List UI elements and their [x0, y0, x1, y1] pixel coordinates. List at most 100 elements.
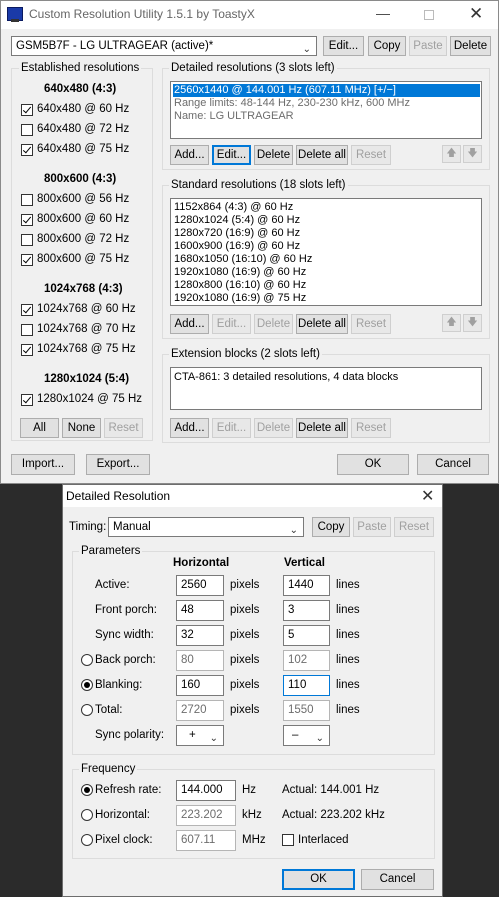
list-item[interactable]: 1280x800 (16:10) @ 60 Hz: [174, 279, 306, 292]
label-800-75: 800x600 @ 75 Hz: [37, 253, 130, 265]
back-porch-h-input[interactable]: 80: [176, 650, 224, 671]
edit-extension-button[interactable]: Edit...: [212, 418, 251, 438]
add-extension-button[interactable]: Add...: [170, 418, 209, 438]
label-1024-60: 1024x768 @ 60 Hz: [37, 303, 136, 315]
copy-button[interactable]: Copy: [368, 36, 406, 56]
front-porch-v-input[interactable]: 3: [283, 600, 330, 621]
list-item[interactable]: 1600x900 (16:9) @ 60 Hz: [174, 240, 300, 253]
blanking-radio[interactable]: [81, 679, 93, 691]
horizontal-column-header: Horizontal: [173, 557, 230, 569]
dialog-ok-button[interactable]: OK: [282, 869, 355, 890]
horizontal-freq-input[interactable]: 223.202: [176, 805, 236, 826]
close-icon[interactable]: ✕: [469, 4, 483, 24]
sync-width-v-input[interactable]: 5: [283, 625, 330, 646]
refresh-rate-radio[interactable]: [81, 784, 93, 796]
add-standard-button[interactable]: Add...: [170, 314, 209, 334]
import-button[interactable]: Import...: [11, 454, 75, 475]
timing-reset-button[interactable]: Reset: [394, 517, 434, 537]
checkbox-800-60[interactable]: [21, 214, 33, 226]
extension-list[interactable]: CTA-861: 3 detailed resolutions, 4 data …: [170, 367, 482, 410]
timing-select[interactable]: Manual ⌄: [108, 517, 304, 537]
blanking-v-input[interactable]: 110: [283, 675, 330, 696]
delete-all-extension-button[interactable]: Delete all: [296, 418, 348, 438]
timing-copy-button[interactable]: Copy: [312, 517, 350, 537]
checkbox-640-60[interactable]: [21, 104, 33, 116]
reset-extension-button[interactable]: Reset: [351, 418, 391, 438]
checkbox-800-56[interactable]: [21, 194, 33, 206]
pixel-clock-input[interactable]: 607.11: [176, 830, 236, 851]
back-porch-radio[interactable]: [81, 654, 93, 666]
delete-all-detailed-button[interactable]: Delete all: [296, 145, 348, 165]
horizontal-freq-radio[interactable]: [81, 809, 93, 821]
edit-standard-button[interactable]: Edit...: [212, 314, 251, 334]
active-h-input[interactable]: 2560: [176, 575, 224, 596]
checkbox-1280-75[interactable]: [21, 394, 33, 406]
ok-button[interactable]: OK: [337, 454, 409, 475]
timing-paste-button[interactable]: Paste: [353, 517, 391, 537]
move-down-icon[interactable]: 🡇: [463, 145, 482, 163]
label-800-60: 800x600 @ 60 Hz: [37, 213, 130, 225]
delete-standard-button[interactable]: Delete: [254, 314, 293, 334]
move-down-icon[interactable]: 🡇: [463, 314, 482, 332]
delete-extension-button[interactable]: Delete: [254, 418, 293, 438]
all-button[interactable]: All: [20, 418, 59, 438]
cancel-button[interactable]: Cancel: [417, 454, 489, 475]
sync-width-h-input[interactable]: 32: [176, 625, 224, 646]
delete-monitor-button[interactable]: Delete: [450, 36, 491, 56]
total-radio[interactable]: [81, 704, 93, 716]
list-item-selected[interactable]: 2560x1440 @ 144.001 Hz (607.11 MHz) [+/−…: [173, 84, 480, 97]
delete-all-standard-button[interactable]: Delete all: [296, 314, 348, 334]
checkbox-640-72[interactable]: [21, 124, 33, 136]
export-button[interactable]: Export...: [86, 454, 150, 475]
total-h-input[interactable]: 2720: [176, 700, 224, 721]
add-detailed-button[interactable]: Add...: [170, 145, 209, 165]
reset-standard-button[interactable]: Reset: [351, 314, 391, 334]
list-item[interactable]: CTA-861: 3 detailed resolutions, 4 data …: [174, 371, 398, 384]
total-v-input[interactable]: 1550: [283, 700, 330, 721]
checkbox-1024-70[interactable]: [21, 324, 33, 336]
checkbox-640-75[interactable]: [21, 144, 33, 156]
paste-button[interactable]: Paste: [409, 36, 447, 56]
checkbox-800-72[interactable]: [21, 234, 33, 246]
frequency-title: Frequency: [79, 763, 138, 775]
blanking-h-input[interactable]: 160: [176, 675, 224, 696]
sync-h-select[interactable]: + ⌄: [176, 725, 224, 746]
interlaced-checkbox[interactable]: [282, 834, 294, 846]
refresh-actual: Actual: 144.001 Hz: [282, 784, 380, 796]
sync-v-select[interactable]: – ⌄: [283, 725, 330, 746]
move-up-icon[interactable]: 🡅: [442, 314, 461, 332]
dialog-cancel-button[interactable]: Cancel: [361, 869, 434, 890]
minimize-icon[interactable]: —: [376, 5, 390, 21]
none-button[interactable]: None: [62, 418, 101, 438]
list-item[interactable]: 1920x1080 (16:9) @ 60 Hz: [174, 266, 306, 279]
standard-list[interactable]: 1152x864 (4:3) @ 60 Hz 1280x1024 (5:4) @…: [170, 198, 482, 306]
pixel-clock-label: Pixel clock:: [95, 834, 153, 846]
checkbox-1024-60[interactable]: [21, 304, 33, 316]
detailed-list[interactable]: 2560x1440 @ 144.001 Hz (607.11 MHz) [+/−…: [170, 81, 482, 139]
checkbox-1024-75[interactable]: [21, 344, 33, 356]
reset-established-button[interactable]: Reset: [104, 418, 143, 438]
edit-detailed-button[interactable]: Edit...: [212, 145, 251, 165]
monitor-select[interactable]: GSM5B7F - LG ULTRAGEAR (active)* ⌄: [11, 36, 317, 56]
list-item[interactable]: 1920x1080 (16:9) @ 75 Hz: [174, 292, 306, 305]
pixel-clock-radio[interactable]: [81, 834, 93, 846]
edit-monitor-button[interactable]: Edit...: [323, 36, 364, 56]
refresh-rate-input[interactable]: 144.000: [176, 780, 236, 801]
sync-width-label: Sync width:: [95, 629, 154, 641]
maximize-icon[interactable]: [424, 10, 434, 20]
group-label-1024: 1024x768 (4:3): [44, 283, 123, 295]
list-item[interactable]: Range limits: 48-144 Hz, 230-230 kHz, 60…: [174, 97, 410, 110]
list-item[interactable]: 1280x1024 (5:4) @ 60 Hz: [174, 214, 300, 227]
reset-detailed-button[interactable]: Reset: [351, 145, 391, 165]
active-v-input[interactable]: 1440: [283, 575, 330, 596]
list-item[interactable]: 1680x1050 (16:10) @ 60 Hz: [174, 253, 312, 266]
close-icon[interactable]: ✕: [421, 486, 434, 506]
checkbox-800-75[interactable]: [21, 254, 33, 266]
list-item[interactable]: 1280x720 (16:9) @ 60 Hz: [174, 227, 300, 240]
back-porch-v-input[interactable]: 102: [283, 650, 330, 671]
list-item[interactable]: Name: LG ULTRAGEAR: [174, 110, 294, 123]
front-porch-h-input[interactable]: 48: [176, 600, 224, 621]
list-item[interactable]: 1152x864 (4:3) @ 60 Hz: [174, 201, 293, 214]
delete-detailed-button[interactable]: Delete: [254, 145, 293, 165]
move-up-icon[interactable]: 🡅: [442, 145, 461, 163]
